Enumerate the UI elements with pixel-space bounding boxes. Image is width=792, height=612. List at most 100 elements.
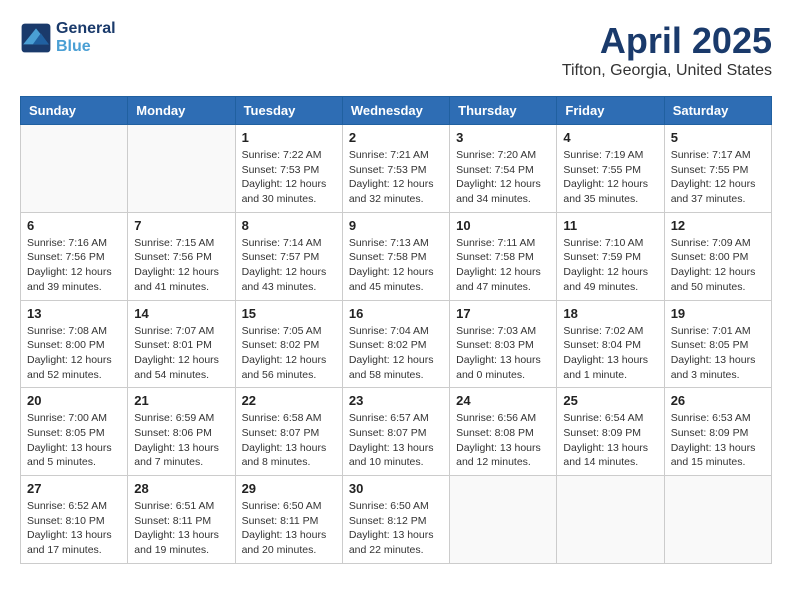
cell-info: Sunrise: 6:50 AM Sunset: 8:11 PM Dayligh… <box>242 499 336 558</box>
logo: General Blue <box>20 20 116 56</box>
cell-info: Sunrise: 7:02 AM Sunset: 8:04 PM Dayligh… <box>563 324 657 383</box>
weekday-header-saturday: Saturday <box>664 97 771 125</box>
calendar-cell: 21 Sunrise: 6:59 AM Sunset: 8:06 PM Dayli… <box>128 388 235 476</box>
calendar-cell: 5Sunrise: 7:17 AM Sunset: 7:55 PM Daylig… <box>664 125 771 213</box>
day-number: 7 <box>134 218 228 233</box>
calendar-cell: 15 Sunrise: 7:05 AM Sunset: 8:02 PM Dayli… <box>235 300 342 388</box>
day-number: 8 <box>242 218 336 233</box>
calendar-cell: 1 Sunrise: 7:22 AM Sunset: 7:53 PM Daylig… <box>235 125 342 213</box>
calendar-cell: 14 Sunrise: 7:07 AM Sunset: 8:01 PM Dayli… <box>128 300 235 388</box>
day-number: 2 <box>349 130 443 145</box>
cell-info: Sunrise: 7:08 AM Sunset: 8:00 PM Dayligh… <box>27 324 121 383</box>
day-number: 20 <box>27 393 121 408</box>
calendar-cell: 11Sunrise: 7:10 AM Sunset: 7:59 PM Dayli… <box>557 212 664 300</box>
cell-info: Sunrise: 7:19 AM Sunset: 7:55 PM Dayligh… <box>563 148 657 207</box>
calendar-cell: 23 Sunrise: 6:57 AM Sunset: 8:07 PM Dayli… <box>342 388 449 476</box>
weekday-header-sunday: Sunday <box>21 97 128 125</box>
day-number: 28 <box>134 481 228 496</box>
calendar-cell: 26 Sunrise: 6:53 AM Sunset: 8:09 PM Dayli… <box>664 388 771 476</box>
cell-info: Sunrise: 7:07 AM Sunset: 8:01 PM Dayligh… <box>134 324 228 383</box>
cell-info: Sunrise: 7:20 AM Sunset: 7:54 PM Dayligh… <box>456 148 550 207</box>
calendar-cell <box>664 476 771 564</box>
day-number: 26 <box>671 393 765 408</box>
calendar-cell <box>128 125 235 213</box>
calendar-cell: 20 Sunrise: 7:00 AM Sunset: 8:05 PM Dayli… <box>21 388 128 476</box>
calendar-cell: 25 Sunrise: 6:54 AM Sunset: 8:09 PM Dayli… <box>557 388 664 476</box>
day-number: 6 <box>27 218 121 233</box>
calendar-cell <box>21 125 128 213</box>
calendar-cell: 24 Sunrise: 6:56 AM Sunset: 8:08 PM Dayli… <box>450 388 557 476</box>
calendar-cell: 9 Sunrise: 7:13 AM Sunset: 7:58 PM Daylig… <box>342 212 449 300</box>
day-number: 4 <box>563 130 657 145</box>
cell-info: Sunrise: 6:56 AM Sunset: 8:08 PM Dayligh… <box>456 411 550 470</box>
day-number: 22 <box>242 393 336 408</box>
calendar-cell: 29 Sunrise: 6:50 AM Sunset: 8:11 PM Dayli… <box>235 476 342 564</box>
day-number: 14 <box>134 306 228 321</box>
cell-info: Sunrise: 7:10 AM Sunset: 7:59 PM Dayligh… <box>563 236 657 295</box>
calendar-cell: 10Sunrise: 7:11 AM Sunset: 7:58 PM Dayli… <box>450 212 557 300</box>
calendar-cell: 18 Sunrise: 7:02 AM Sunset: 8:04 PM Dayli… <box>557 300 664 388</box>
cell-info: Sunrise: 7:22 AM Sunset: 7:53 PM Dayligh… <box>242 148 336 207</box>
cell-info: Sunrise: 6:54 AM Sunset: 8:09 PM Dayligh… <box>563 411 657 470</box>
calendar-cell: 7Sunrise: 7:15 AM Sunset: 7:56 PM Daylig… <box>128 212 235 300</box>
logo-text: General Blue <box>56 20 116 56</box>
cell-info: Sunrise: 7:17 AM Sunset: 7:55 PM Dayligh… <box>671 148 765 207</box>
cell-info: Sunrise: 7:11 AM Sunset: 7:58 PM Dayligh… <box>456 236 550 295</box>
cell-info: Sunrise: 6:57 AM Sunset: 8:07 PM Dayligh… <box>349 411 443 470</box>
calendar-cell: 2Sunrise: 7:21 AM Sunset: 7:53 PM Daylig… <box>342 125 449 213</box>
calendar-cell: 28 Sunrise: 6:51 AM Sunset: 8:11 PM Dayli… <box>128 476 235 564</box>
day-number: 13 <box>27 306 121 321</box>
cell-info: Sunrise: 7:00 AM Sunset: 8:05 PM Dayligh… <box>27 411 121 470</box>
cell-info: Sunrise: 7:03 AM Sunset: 8:03 PM Dayligh… <box>456 324 550 383</box>
page-header: General Blue April 2025 Tifton, Georgia,… <box>20 20 772 80</box>
day-number: 3 <box>456 130 550 145</box>
cell-info: Sunrise: 7:13 AM Sunset: 7:58 PM Dayligh… <box>349 236 443 295</box>
calendar-cell: 22Sunrise: 6:58 AM Sunset: 8:07 PM Dayli… <box>235 388 342 476</box>
day-number: 25 <box>563 393 657 408</box>
calendar-week-4: 20 Sunrise: 7:00 AM Sunset: 8:05 PM Dayli… <box>21 388 772 476</box>
calendar-cell <box>557 476 664 564</box>
day-number: 16 <box>349 306 443 321</box>
cell-info: Sunrise: 7:16 AM Sunset: 7:56 PM Dayligh… <box>27 236 121 295</box>
day-number: 30 <box>349 481 443 496</box>
day-number: 12 <box>671 218 765 233</box>
month-year: April 2025 <box>562 20 772 62</box>
cell-info: Sunrise: 7:14 AM Sunset: 7:57 PM Dayligh… <box>242 236 336 295</box>
weekday-header-thursday: Thursday <box>450 97 557 125</box>
calendar-cell: 4 Sunrise: 7:19 AM Sunset: 7:55 PM Daylig… <box>557 125 664 213</box>
calendar-week-5: 27Sunrise: 6:52 AM Sunset: 8:10 PM Dayli… <box>21 476 772 564</box>
cell-info: Sunrise: 7:01 AM Sunset: 8:05 PM Dayligh… <box>671 324 765 383</box>
cell-info: Sunrise: 7:05 AM Sunset: 8:02 PM Dayligh… <box>242 324 336 383</box>
logo-icon <box>20 22 52 54</box>
weekday-header-friday: Friday <box>557 97 664 125</box>
cell-info: Sunrise: 6:59 AM Sunset: 8:06 PM Dayligh… <box>134 411 228 470</box>
cell-info: Sunrise: 6:53 AM Sunset: 8:09 PM Dayligh… <box>671 411 765 470</box>
calendar-cell: 6 Sunrise: 7:16 AM Sunset: 7:56 PM Daylig… <box>21 212 128 300</box>
day-number: 21 <box>134 393 228 408</box>
day-number: 1 <box>242 130 336 145</box>
calendar-cell: 27Sunrise: 6:52 AM Sunset: 8:10 PM Dayli… <box>21 476 128 564</box>
weekday-header-row: SundayMondayTuesdayWednesdayThursdayFrid… <box>21 97 772 125</box>
calendar-cell: 19Sunrise: 7:01 AM Sunset: 8:05 PM Dayli… <box>664 300 771 388</box>
cell-info: Sunrise: 6:51 AM Sunset: 8:11 PM Dayligh… <box>134 499 228 558</box>
calendar-table: SundayMondayTuesdayWednesdayThursdayFrid… <box>20 96 772 564</box>
calendar-week-3: 13 Sunrise: 7:08 AM Sunset: 8:00 PM Dayli… <box>21 300 772 388</box>
calendar-cell <box>450 476 557 564</box>
day-number: 29 <box>242 481 336 496</box>
calendar-week-1: 1 Sunrise: 7:22 AM Sunset: 7:53 PM Daylig… <box>21 125 772 213</box>
calendar-cell: 16Sunrise: 7:04 AM Sunset: 8:02 PM Dayli… <box>342 300 449 388</box>
day-number: 18 <box>563 306 657 321</box>
day-number: 24 <box>456 393 550 408</box>
day-number: 27 <box>27 481 121 496</box>
calendar-title: April 2025 Tifton, Georgia, United State… <box>562 20 772 80</box>
day-number: 9 <box>349 218 443 233</box>
day-number: 15 <box>242 306 336 321</box>
location: Tifton, Georgia, United States <box>562 62 772 80</box>
cell-info: Sunrise: 6:50 AM Sunset: 8:12 PM Dayligh… <box>349 499 443 558</box>
calendar-cell: 13 Sunrise: 7:08 AM Sunset: 8:00 PM Dayli… <box>21 300 128 388</box>
calendar-cell: 12Sunrise: 7:09 AM Sunset: 8:00 PM Dayli… <box>664 212 771 300</box>
weekday-header-monday: Monday <box>128 97 235 125</box>
day-number: 17 <box>456 306 550 321</box>
calendar-cell: 30 Sunrise: 6:50 AM Sunset: 8:12 PM Dayli… <box>342 476 449 564</box>
day-number: 23 <box>349 393 443 408</box>
